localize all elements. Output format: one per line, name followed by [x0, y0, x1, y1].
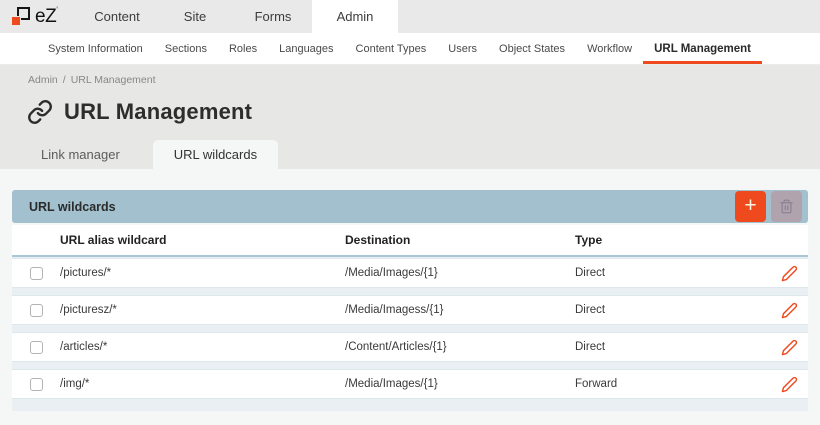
row-checkbox[interactable]	[30, 341, 43, 354]
delete-wildcard-button[interactable]	[771, 191, 802, 222]
topnav-admin[interactable]: Admin	[312, 0, 398, 33]
header-url-alias-wildcard: URL alias wildcard	[60, 233, 345, 247]
subnav-users[interactable]: Users	[437, 33, 488, 64]
subnav-url-management[interactable]: URL Management	[643, 33, 762, 64]
topnav-forms[interactable]: Forms	[234, 0, 312, 33]
row-checkbox[interactable]	[30, 304, 43, 317]
cell-destination: /Media/Images/{1}	[345, 267, 575, 279]
cell-type: Forward	[575, 378, 770, 390]
breadcrumb: Admin / URL Management	[0, 74, 820, 86]
top-bar: eZ' Content Site Forms Admin	[0, 0, 820, 33]
header-type[interactable]: Type	[575, 233, 770, 247]
ez-logo-icon	[11, 7, 30, 26]
breadcrumb-current: URL Management	[71, 74, 156, 86]
header-destination: Destination	[345, 233, 575, 247]
subnav-sections[interactable]: Sections	[154, 33, 218, 64]
ez-logo-prime: '	[56, 5, 57, 15]
subnav-workflow[interactable]: Workflow	[576, 33, 643, 64]
tab-url-wildcards[interactable]: URL wildcards	[153, 140, 278, 169]
cell-destination: /Content/Articles/{1}	[345, 341, 575, 353]
trash-icon	[779, 199, 794, 214]
breadcrumb-separator: /	[63, 74, 66, 86]
ez-logo-orange-square	[11, 16, 21, 26]
cell-type: Direct	[575, 304, 770, 316]
cell-type: Direct	[575, 341, 770, 353]
cell-wildcard: /articles/*	[60, 341, 345, 353]
cell-destination: /Media/Images/{1}	[345, 378, 575, 390]
table-row: /pictures/* /Media/Images/{1} Direct	[12, 258, 808, 288]
page-header-section: Admin / URL Management URL Management Link…	[0, 65, 820, 169]
admin-subnav: System Information Sections Roles Langua…	[0, 33, 820, 65]
subnav-languages[interactable]: Languages	[268, 33, 344, 64]
cell-type: Direct	[575, 267, 770, 279]
add-wildcard-button[interactable]: +	[735, 191, 766, 222]
page-title: URL Management	[64, 99, 252, 125]
subnav-system-information[interactable]: System Information	[37, 33, 154, 64]
table-body: /pictures/* /Media/Images/{1} Direct /pi…	[12, 257, 808, 411]
cell-wildcard: /pictures/*	[60, 267, 345, 279]
table-header-row: URL alias wildcard Destination Type	[12, 225, 808, 257]
breadcrumb-admin[interactable]: Admin	[28, 74, 58, 86]
tabs-row: Link manager URL wildcards	[0, 140, 820, 169]
tab-content: URL wildcards + URL alias wildcard Desti…	[0, 169, 820, 411]
topnav-site[interactable]: Site	[156, 0, 234, 33]
pencil-icon	[781, 339, 798, 356]
tab-link-manager[interactable]: Link manager	[20, 140, 141, 169]
subnav-content-types[interactable]: Content Types	[345, 33, 438, 64]
table-row: /picturesz/* /Media/Imagess/{1} Direct	[12, 295, 808, 325]
cell-destination: /Media/Imagess/{1}	[345, 304, 575, 316]
table-row: /img/* /Media/Images/{1} Forward	[12, 369, 808, 399]
topnav-content[interactable]: Content	[78, 0, 156, 33]
row-checkbox[interactable]	[30, 267, 43, 280]
edit-wildcard-button[interactable]	[779, 300, 800, 321]
row-checkbox[interactable]	[30, 378, 43, 391]
panel-title: URL wildcards	[29, 200, 735, 214]
url-wildcards-panel-header: URL wildcards +	[12, 190, 808, 223]
page-title-block: URL Management	[0, 99, 820, 125]
pencil-icon	[781, 265, 798, 282]
edit-wildcard-button[interactable]	[779, 337, 800, 358]
ez-logo-text: eZ'	[35, 5, 57, 28]
table-row: /articles/* /Content/Articles/{1} Direct	[12, 332, 808, 362]
pencil-icon	[781, 376, 798, 393]
edit-wildcard-button[interactable]	[779, 263, 800, 284]
cell-wildcard: /img/*	[60, 378, 345, 390]
cell-wildcard: /picturesz/*	[60, 304, 345, 316]
ez-logo[interactable]: eZ'	[0, 0, 78, 33]
subnav-roles[interactable]: Roles	[218, 33, 268, 64]
edit-wildcard-button[interactable]	[779, 374, 800, 395]
subnav-object-states[interactable]: Object States	[488, 33, 576, 64]
pencil-icon	[781, 302, 798, 319]
link-icon	[27, 99, 53, 125]
